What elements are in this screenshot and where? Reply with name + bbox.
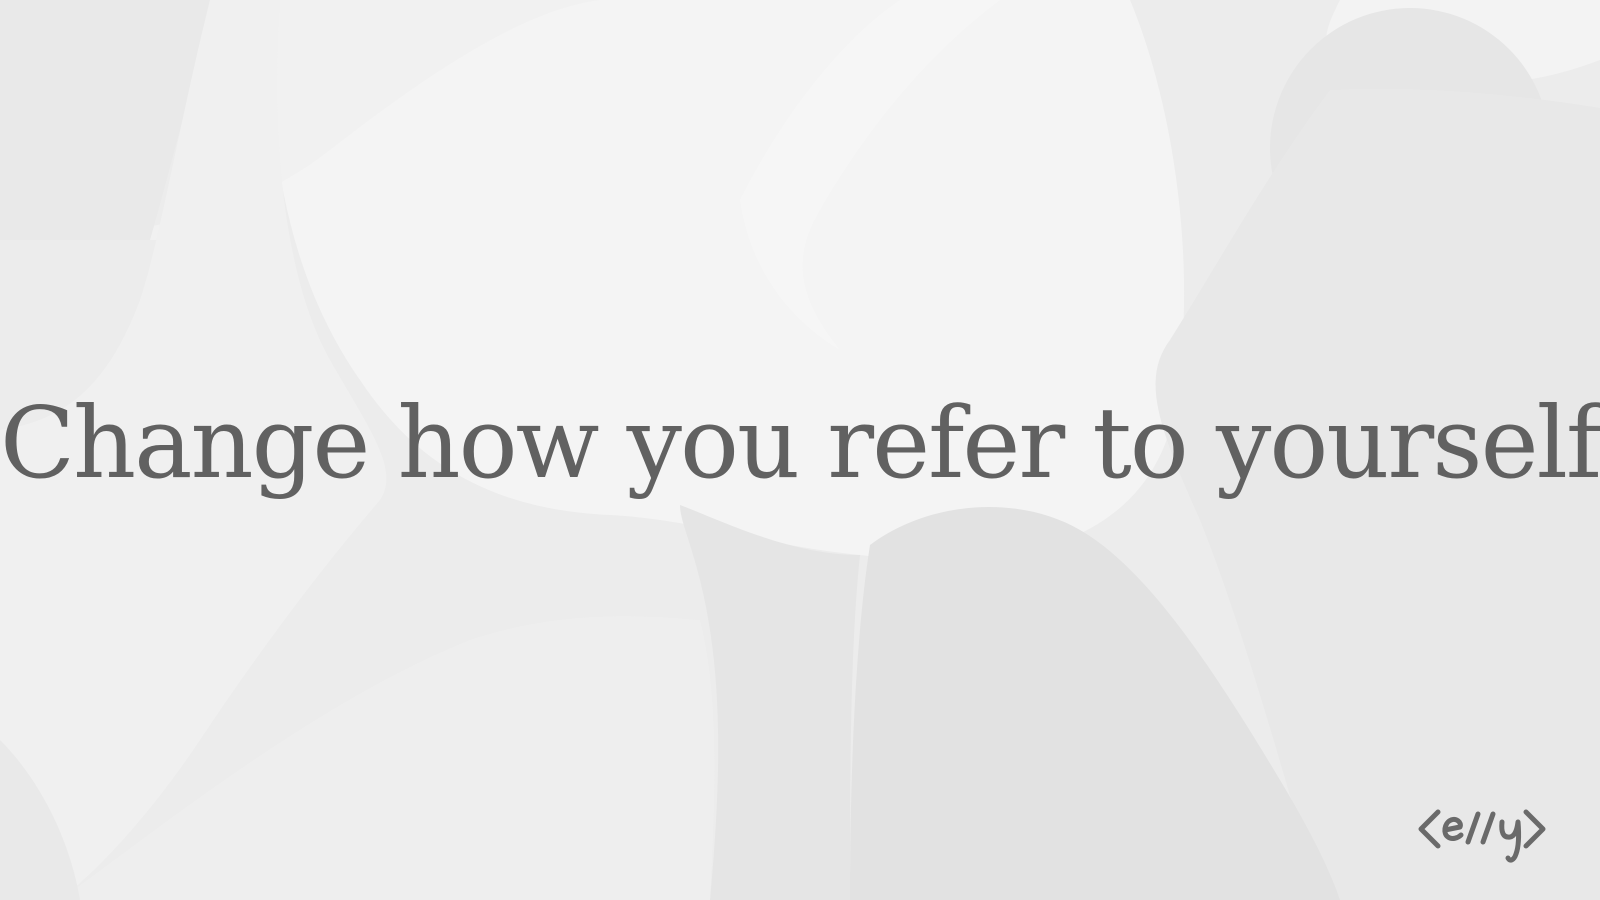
slide: Change how you refer to yourself (0, 0, 1600, 900)
headline: Change how you refer to yourself (0, 387, 1600, 501)
code-brackets-logo-icon (1418, 809, 1546, 863)
